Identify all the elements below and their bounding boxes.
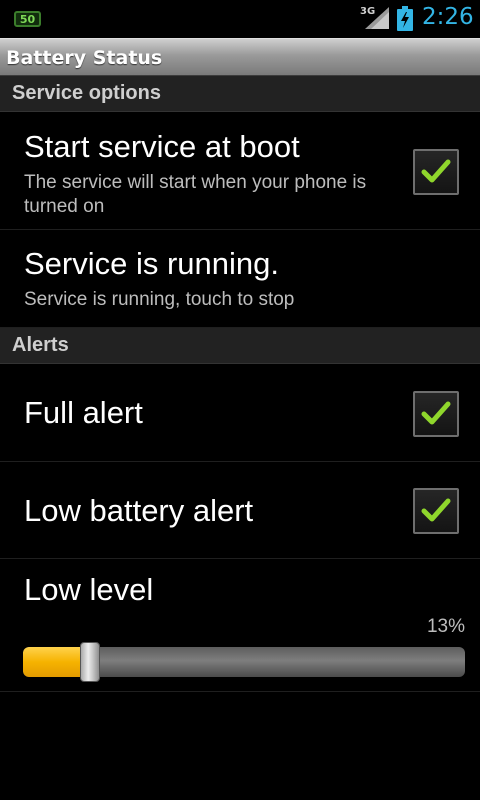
pref-title: Service is running. bbox=[24, 246, 280, 281]
checkmark-icon bbox=[421, 401, 451, 425]
start-at-boot-checkbox[interactable] bbox=[413, 149, 459, 195]
pref-low-battery-alert[interactable]: Low battery alert bbox=[0, 462, 480, 559]
section-header-service-options: Service options bbox=[0, 76, 480, 112]
pref-title: Start service at boot bbox=[24, 129, 300, 164]
slider-thumb[interactable] bbox=[80, 642, 101, 682]
section-title: Service options bbox=[12, 82, 161, 104]
section-title: Alerts bbox=[12, 334, 69, 356]
slider-value-label: 13% bbox=[426, 616, 465, 637]
full-alert-checkbox[interactable] bbox=[413, 391, 459, 437]
low-battery-alert-checkbox[interactable] bbox=[413, 488, 459, 534]
status-bar: 50 3G 2:26 bbox=[0, 0, 480, 38]
pref-start-service-at-boot[interactable]: Start service at boot The service will s… bbox=[0, 113, 480, 230]
signal-icon bbox=[365, 7, 389, 29]
pref-title: Full alert bbox=[24, 395, 143, 430]
notification-badge: 50 bbox=[14, 11, 41, 27]
pref-service-running[interactable]: Service is running. Service is running, … bbox=[0, 230, 480, 328]
pref-title: Low level bbox=[24, 572, 154, 607]
pref-summary: The service will start when your phone i… bbox=[24, 172, 367, 217]
pref-full-alert[interactable]: Full alert bbox=[0, 364, 480, 462]
checkmark-icon bbox=[421, 498, 451, 522]
pref-summary: Service is running, touch to stop bbox=[24, 289, 295, 310]
title-bar: Battery Status bbox=[0, 38, 480, 76]
app-title: Battery Status bbox=[6, 47, 163, 69]
pref-title: Low battery alert bbox=[24, 493, 254, 528]
battery-charging-icon bbox=[397, 6, 413, 31]
clock: 2:26 bbox=[422, 4, 474, 30]
divider bbox=[0, 691, 480, 692]
section-header-alerts: Alerts bbox=[0, 328, 480, 364]
checkmark-icon bbox=[421, 159, 451, 183]
